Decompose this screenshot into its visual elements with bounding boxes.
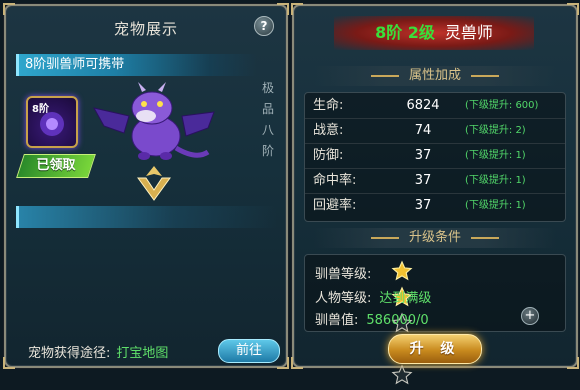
grade-char: 阶 — [261, 144, 274, 158]
stat-name: 战意: — [313, 123, 344, 138]
trainer-level-label: 驯兽等级: — [315, 267, 372, 282]
source-link[interactable]: 打宝地图 — [116, 346, 168, 361]
stat-row: 生命: 6824 (下级提升: 600) — [305, 93, 565, 119]
trainer-title: 灵兽师 — [444, 23, 493, 42]
stat-next: (下级提升: 1) — [465, 150, 526, 161]
stat-name: 回避率: — [313, 198, 357, 213]
stat-row: 回避率: 37 (下级提升: 1) — [305, 193, 565, 218]
stat-value: 37 — [414, 198, 432, 213]
pet-display-panel: 宠物展示 ? 8阶驯兽师可携带 8阶 已领取 极 品 八 阶 宠物获得途径: 打… — [3, 3, 289, 369]
stat-row: 命中率: 37 (下级提升: 1) — [305, 168, 565, 194]
source-label: 宠物获得途径: — [28, 346, 111, 361]
attributes-header-label: 属性加成 — [408, 68, 461, 83]
star-empty-icon — [391, 364, 413, 385]
go-button[interactable]: 前往 — [218, 339, 280, 363]
frame-corner — [567, 3, 579, 15]
help-icon[interactable]: ? — [254, 16, 274, 36]
stat-name: 防御: — [313, 148, 344, 163]
exp-value: 586000/0 — [366, 313, 429, 328]
pet-display-title: 宠物展示 — [113, 20, 178, 38]
conditions-header-label: 升级条件 — [408, 230, 461, 245]
stat-next: (下级提升: 1) — [465, 200, 526, 211]
frame-corner — [567, 357, 579, 369]
stat-value: 37 — [414, 148, 432, 163]
star-filled-icon — [391, 260, 413, 281]
stage-badge-icon: 8阶 — [26, 96, 78, 148]
carry-notice: 8阶驯兽师可携带 — [16, 54, 257, 76]
conditions-header: 升级条件 — [314, 228, 556, 248]
ornament-line — [471, 236, 499, 239]
frame-corner — [291, 357, 303, 369]
claimed-label: 已领取 — [36, 158, 76, 173]
upgrade-button[interactable]: 升 级 — [388, 334, 482, 364]
stat-value: 6824 — [406, 98, 440, 113]
stats-table: 生命: 6824 (下级提升: 600) 战意: 74 (下级提升: 2) 防御… — [304, 92, 566, 222]
char-level-label: 人物等级: — [315, 291, 372, 306]
pet-dragon-image — [93, 82, 215, 160]
grade-vertical-label: 极 品 八 阶 — [260, 78, 276, 162]
stat-next: (下级提升: 1) — [465, 175, 526, 186]
ornament-line — [471, 74, 499, 77]
char-level-row: 人物等级: 达到满级 — [315, 287, 431, 306]
claimed-badge: 已领取 — [16, 154, 96, 178]
frame-corner — [3, 357, 15, 369]
attributes-header: 属性加成 — [314, 66, 556, 86]
grade-char: 品 — [261, 102, 274, 116]
ornament-line — [370, 236, 399, 239]
trainer-rank-banner: 8阶 2级 灵兽师 — [334, 16, 534, 50]
stat-name: 命中率: — [313, 173, 357, 188]
frame-corner — [277, 357, 289, 369]
upgrade-conditions: 驯兽等级: 人物等级: 达到满级 驯兽值: 586000/0 + — [304, 254, 566, 385]
frame-corner — [277, 3, 289, 15]
pet-info-bar — [16, 206, 277, 228]
add-exp-button[interactable]: + — [521, 307, 539, 325]
stat-value: 37 — [414, 173, 432, 188]
grade-char: 八 — [261, 123, 274, 137]
pet-source-row: 宠物获得途径: 打宝地图 — [28, 342, 168, 361]
trainer-panel: 8阶 2级 灵兽师 属性加成 生命: 6824 (下级提升: 600) 战意: 7… — [291, 3, 579, 385]
stat-next: (下级提升: 600) — [465, 100, 539, 111]
char-level-value: 达到满级 — [379, 291, 432, 306]
stat-row: 战意: 74 (下级提升: 2) — [305, 118, 565, 144]
stat-next: (下级提升: 2) — [465, 125, 526, 136]
ornament-line — [370, 74, 399, 77]
trainer-level-row: 驯兽等级: — [315, 260, 413, 385]
grade-char: 极 — [261, 81, 274, 95]
stat-value: 74 — [414, 123, 432, 138]
exp-row: 驯兽值: 586000/0 — [315, 309, 429, 328]
trainer-rank: 8阶 2级 — [375, 23, 435, 42]
frame-corner — [3, 3, 15, 15]
stat-name: 生命: — [313, 98, 344, 113]
exp-label: 驯兽值: — [315, 313, 359, 328]
stat-row: 防御: 37 (下级提升: 1) — [305, 143, 565, 169]
frame-corner — [291, 3, 303, 15]
rank-chevron-icon — [137, 166, 171, 201]
